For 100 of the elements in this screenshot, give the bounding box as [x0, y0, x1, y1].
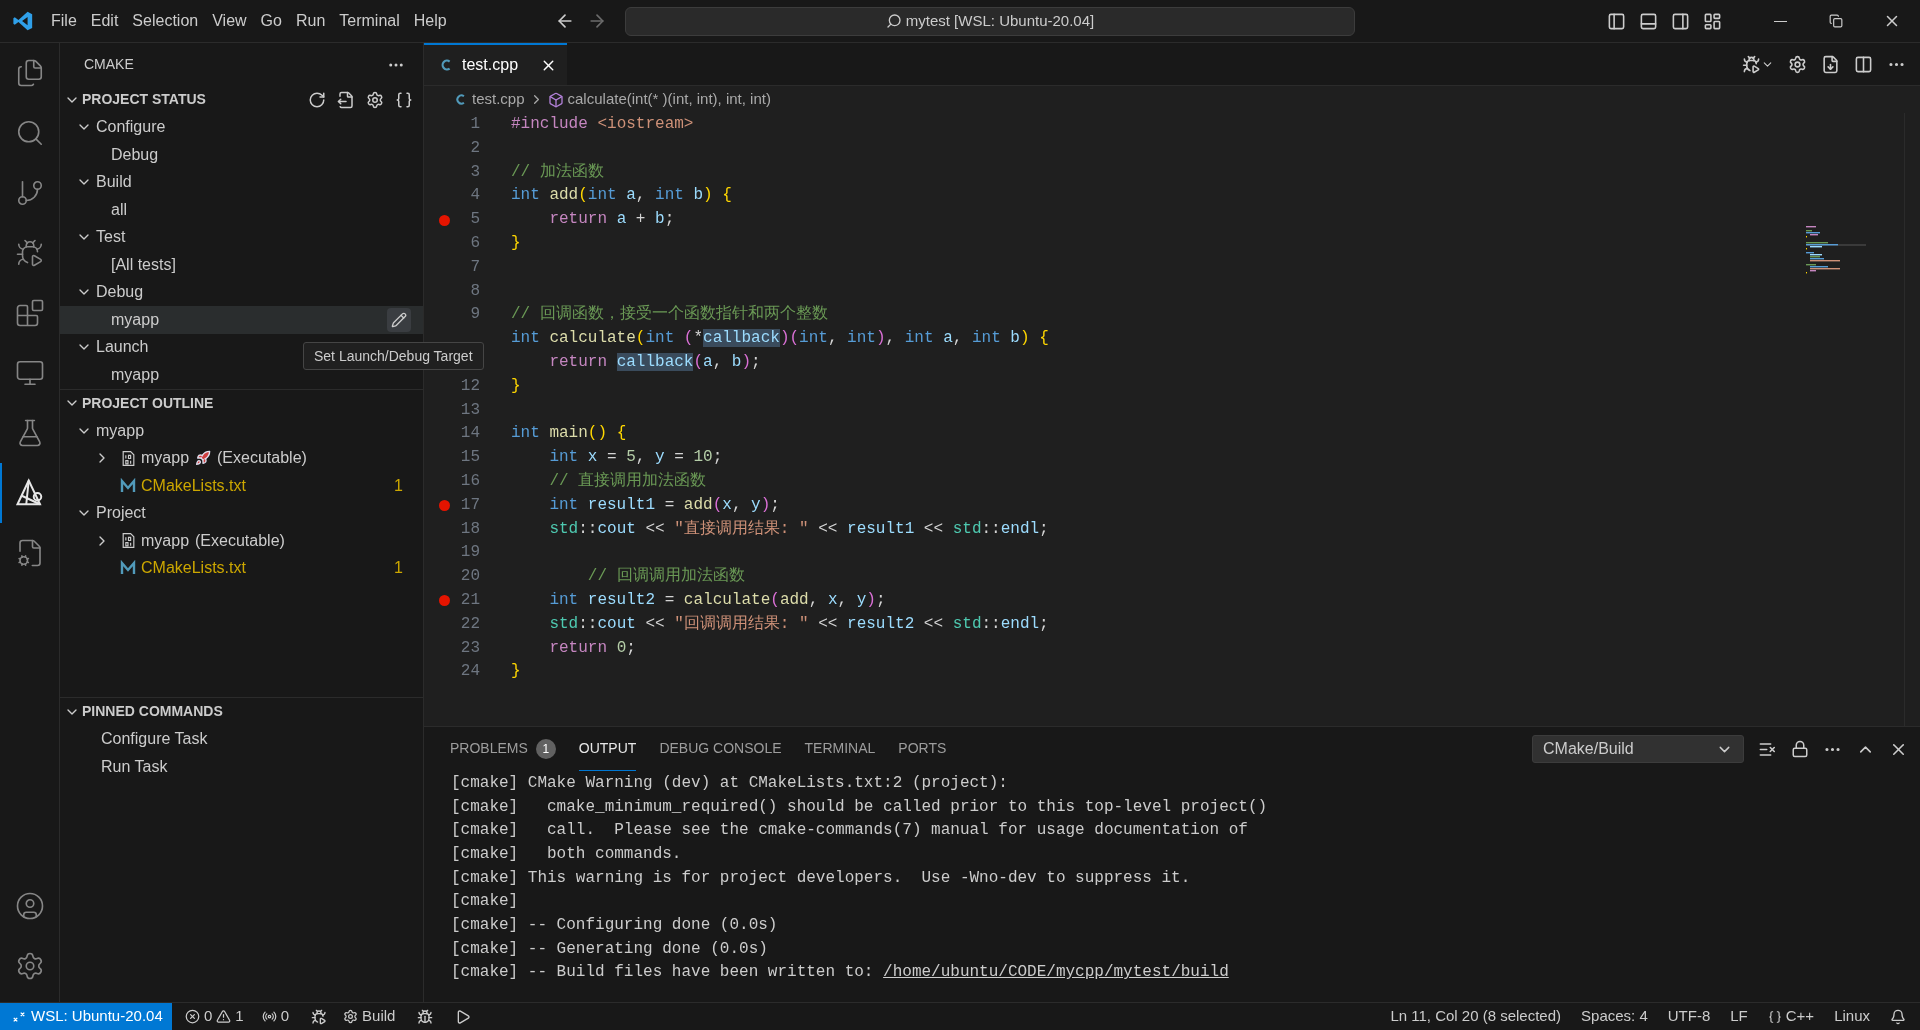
line-number: 5 — [470, 210, 480, 229]
pinned-command[interactable]: Configure Task — [60, 725, 423, 753]
output-channel-select[interactable]: CMake/Build — [1532, 735, 1744, 763]
count-badge: 1 — [535, 738, 556, 759]
panel-tab[interactable]: TERMINAL — [804, 727, 876, 771]
build-status[interactable]: Build — [343, 1005, 396, 1028]
file-download-icon[interactable] — [1821, 54, 1840, 74]
remote-indicator[interactable]: WSL: Ubuntu-20.04 — [0, 1003, 172, 1030]
file-name[interactable]: CMakeLists.txt — [141, 556, 246, 581]
tree-item-label[interactable]: myapp (Executable) — [141, 446, 307, 471]
antenna-icon — [261, 1009, 277, 1024]
account-icon[interactable] — [14, 891, 45, 921]
menu-item[interactable]: Selection — [125, 7, 206, 35]
menu-item[interactable]: Go — [253, 7, 289, 35]
editor-tab[interactable]: test.cpp — [424, 43, 568, 85]
status-item[interactable]: C++ — [1767, 1005, 1815, 1028]
line-number: 22 — [460, 614, 480, 633]
split-editor-icon[interactable] — [1854, 54, 1873, 74]
lock-icon[interactable] — [1791, 740, 1809, 758]
section-header[interactable]: PROJECT OUTLINE — [64, 392, 214, 414]
output-line: [cmake] -- Build files have been written to: /home/ubuntu/CODE/mycpp/mytest/build — [451, 962, 1229, 984]
menu-item[interactable]: Terminal — [332, 7, 407, 35]
tree-item[interactable]: Test — [60, 223, 423, 251]
line-number: 20 — [460, 567, 480, 586]
active-indicator — [0, 463, 2, 523]
problems-status[interactable]: 0 1 — [185, 1005, 244, 1028]
layout-icon[interactable] — [1703, 11, 1722, 31]
menu-item[interactable]: File — [44, 7, 84, 35]
refresh-icon[interactable] — [308, 90, 326, 109]
settings-icon[interactable] — [1788, 54, 1807, 74]
output-line: [cmake] call. Please see the cmake-commands(7) manual for usage documentation of — [451, 820, 1248, 842]
run-debug-icon[interactable] — [1742, 54, 1761, 74]
panel-layout-icon[interactable] — [1639, 11, 1658, 31]
code-line: // 直接调用加法函数 — [548, 470, 707, 492]
status-item[interactable]: UTF-8 — [1667, 1005, 1711, 1028]
pencil-icon — [391, 311, 407, 328]
line-number: 15 — [460, 448, 480, 467]
app-logo-icon[interactable] — [12, 10, 34, 32]
file-type-icon — [455, 93, 468, 106]
output-line: [cmake] — [451, 891, 519, 913]
code-line: // 回调函数，接受一个函数指针和两个整数 — [511, 303, 828, 326]
line-number: 18 — [460, 519, 480, 538]
tree-item[interactable]: Debug — [60, 278, 423, 306]
settings-icon — [343, 1009, 359, 1024]
bell-icon[interactable] — [1890, 1008, 1906, 1025]
section-header[interactable]: PINNED COMMANDS — [64, 701, 223, 723]
settings-icon[interactable] — [366, 90, 384, 109]
file-export-icon[interactable] — [337, 90, 355, 109]
play-icon[interactable] — [455, 1008, 472, 1025]
code-line: int result2 = calculate(add, x, y); — [548, 589, 886, 611]
menu-item[interactable]: Edit — [83, 7, 126, 35]
braces-icon[interactable] — [395, 90, 413, 109]
file-path-link[interactable]: /home/ubuntu/CODE/mycpp/mytest/build — [883, 963, 1229, 982]
bug-play-icon[interactable] — [14, 238, 45, 268]
panel-tab[interactable]: DEBUG CONSOLE — [659, 727, 782, 771]
panel-tab[interactable]: PROBLEMS 1 — [450, 727, 556, 771]
tree-item[interactable]: myapp — [60, 417, 423, 445]
cmake-file-icon — [120, 560, 136, 577]
section-header[interactable]: PROJECT STATUS — [64, 89, 206, 111]
line-number: 16 — [460, 471, 480, 490]
breadcrumb-item[interactable]: calculate(int(* )(int, int), int, int) — [567, 88, 771, 111]
run-debug-icon[interactable] — [311, 1008, 328, 1025]
file-name[interactable]: CMakeLists.txt — [141, 473, 246, 498]
tree-item[interactable]: Configure — [60, 113, 423, 141]
code-line: return a + b; — [548, 209, 675, 231]
edit-button[interactable] — [387, 307, 411, 332]
line-number: 4 — [470, 186, 480, 205]
status-item[interactable]: Ln 11, Col 20 (8 selected) — [1390, 1005, 1562, 1028]
code-line: std::cout << "回调调用结果: " << result2 << std::endl; — [548, 613, 1049, 635]
tree-item[interactable]: Build — [60, 168, 423, 196]
bug-icon[interactable] — [417, 1008, 434, 1025]
status-item[interactable]: LF — [1730, 1005, 1748, 1028]
status-item[interactable]: Spaces: 4 — [1581, 1005, 1648, 1028]
tree-item-label: [All tests] — [111, 254, 176, 275]
tree-item-label[interactable]: myapp (Executable) — [141, 528, 285, 553]
menu-item[interactable]: Run — [288, 7, 333, 35]
panel-tab[interactable]: OUTPUT — [578, 727, 637, 771]
output-line: [cmake] -- Configuring done (0.0s) — [451, 914, 778, 936]
tree-item[interactable]: Debug — [60, 141, 423, 169]
restore-icon — [1829, 14, 1843, 28]
breadcrumb-item[interactable]: test.cpp — [472, 88, 525, 111]
sidebar-title: CMAKE — [84, 55, 134, 74]
menu-item[interactable]: View — [205, 7, 254, 35]
sidebar-layout-icon[interactable] — [1607, 11, 1626, 31]
tree-item[interactable]: Project — [60, 499, 423, 527]
secondary-sidebar-layout-icon[interactable] — [1671, 11, 1690, 31]
tree-item[interactable]: [All tests] — [60, 251, 423, 279]
tree-item-label: myapp — [111, 364, 160, 385]
triangle-wrench-icon[interactable] — [14, 478, 45, 508]
tree-item[interactable]: all — [60, 196, 423, 224]
blocks-icon[interactable] — [14, 298, 45, 328]
pinned-command[interactable]: Run Task — [60, 753, 423, 781]
status-item[interactable]: Linux — [1834, 1005, 1870, 1028]
command-center[interactable]: mytest [WSL: Ubuntu-20.04] — [625, 6, 1355, 36]
ports-status[interactable]: 0 — [261, 1005, 290, 1028]
tree-item[interactable]: myapp — [60, 306, 423, 334]
code-line: #include <iostream> — [511, 114, 694, 135]
panel-tab[interactable]: PORTS — [898, 727, 947, 771]
monitor-icon[interactable] — [14, 358, 45, 388]
menu-item[interactable]: Help — [406, 7, 454, 35]
